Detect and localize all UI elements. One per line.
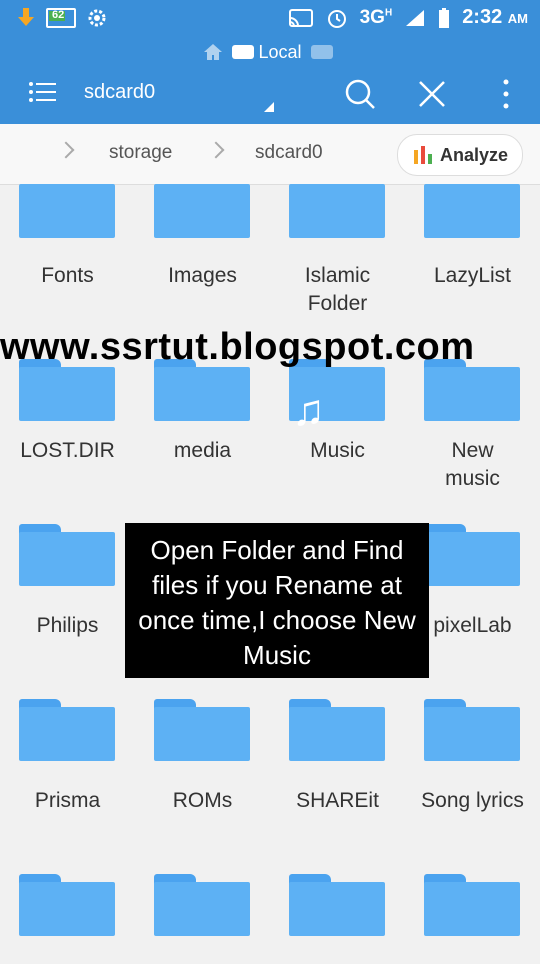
chevron-right-icon bbox=[57, 141, 75, 159]
folder-icon bbox=[424, 524, 520, 586]
folder-icon bbox=[154, 176, 250, 238]
settings-icon bbox=[88, 9, 106, 27]
folder-item[interactable]: Philips bbox=[0, 524, 135, 694]
folder-item[interactable]: ROMs bbox=[135, 699, 270, 869]
tab-bar: Local bbox=[0, 41, 540, 63]
folder-item[interactable]: Song lyrics bbox=[405, 699, 540, 869]
battery-indicator-icon: 62 bbox=[46, 8, 76, 28]
folder-icon bbox=[154, 874, 250, 936]
folder-icon bbox=[19, 699, 115, 761]
tutorial-callout: Open Folder and Find files if you Rename… bbox=[125, 523, 429, 678]
more-options-icon[interactable] bbox=[488, 76, 524, 112]
analyze-label: Analyze bbox=[439, 144, 509, 165]
folder-name: Prisma bbox=[34, 789, 101, 812]
folder-item[interactable] bbox=[0, 874, 135, 964]
folder-name: Music bbox=[310, 439, 365, 462]
cast-icon bbox=[288, 8, 313, 27]
analyze-button[interactable]: Analyze bbox=[397, 134, 523, 176]
close-icon[interactable] bbox=[414, 76, 450, 112]
folder-item[interactable] bbox=[135, 874, 270, 964]
folder-icon bbox=[19, 524, 115, 586]
folder-item[interactable] bbox=[405, 874, 540, 964]
folder-name: media bbox=[173, 439, 232, 462]
dropdown-indicator-icon[interactable] bbox=[264, 102, 274, 112]
battery-icon bbox=[439, 7, 450, 28]
sdcard-tab-icon[interactable] bbox=[310, 45, 333, 60]
folder-item[interactable]: SHAREit bbox=[270, 699, 405, 869]
folder-icon bbox=[424, 874, 520, 936]
folder-item[interactable]: New music bbox=[405, 359, 540, 529]
folder-icon bbox=[19, 176, 115, 238]
download-icon bbox=[18, 8, 34, 26]
folder-icon bbox=[19, 874, 115, 936]
folder-name: LazyList bbox=[433, 264, 512, 287]
search-icon[interactable] bbox=[342, 76, 378, 112]
clock: 2:32 AM bbox=[462, 6, 528, 28]
signal-icon bbox=[406, 9, 425, 26]
folder-icon bbox=[289, 874, 385, 936]
music-note-icon: ♫ bbox=[292, 386, 325, 435]
folder-name: New music bbox=[445, 439, 500, 490]
folder-icon bbox=[154, 699, 250, 761]
status-bar: 62 3GH 2:32 AM bbox=[0, 0, 540, 38]
folder-item[interactable]: media bbox=[135, 359, 270, 529]
folder-name: ROMs bbox=[172, 789, 233, 812]
folder-name: Song lyrics bbox=[421, 789, 524, 812]
folder-name: Islamic Folder bbox=[304, 264, 371, 315]
current-location[interactable]: sdcard0 bbox=[84, 81, 155, 104]
folder-item[interactable]: LOST.DIR bbox=[0, 359, 135, 529]
folder-icon bbox=[289, 176, 385, 238]
home-icon[interactable] bbox=[203, 43, 223, 61]
analyze-chart-icon bbox=[413, 146, 432, 164]
alarm-icon bbox=[327, 9, 346, 28]
sdcard-tab-icon bbox=[232, 45, 255, 60]
folder-item[interactable]: Prisma bbox=[0, 699, 135, 869]
folder-name: Philips bbox=[36, 614, 99, 637]
folder-icon bbox=[424, 176, 520, 238]
folder-icon bbox=[424, 699, 520, 761]
folder-name: Fonts bbox=[41, 264, 94, 287]
folder-icon bbox=[289, 699, 385, 761]
folder-name: SHAREit bbox=[296, 789, 379, 812]
app-toolbar: Local sdcard0 bbox=[0, 38, 540, 124]
folder-item[interactable]: Music bbox=[270, 359, 405, 529]
breadcrumb-item-storage[interactable]: storage bbox=[109, 142, 172, 164]
battery-level: 62 bbox=[52, 9, 65, 21]
tab-local[interactable]: Local bbox=[258, 42, 301, 62]
breadcrumb-item-sdcard0[interactable]: sdcard0 bbox=[255, 142, 323, 164]
menu-icon[interactable] bbox=[28, 80, 56, 104]
folder-name: LOST.DIR bbox=[20, 439, 115, 462]
network-type: 3GH bbox=[359, 6, 393, 28]
chevron-right-icon bbox=[207, 141, 225, 159]
folder-item[interactable] bbox=[270, 874, 405, 964]
watermark-text: www.ssrtut.blogspot.com bbox=[0, 326, 475, 368]
folder-name: Images bbox=[168, 264, 237, 287]
